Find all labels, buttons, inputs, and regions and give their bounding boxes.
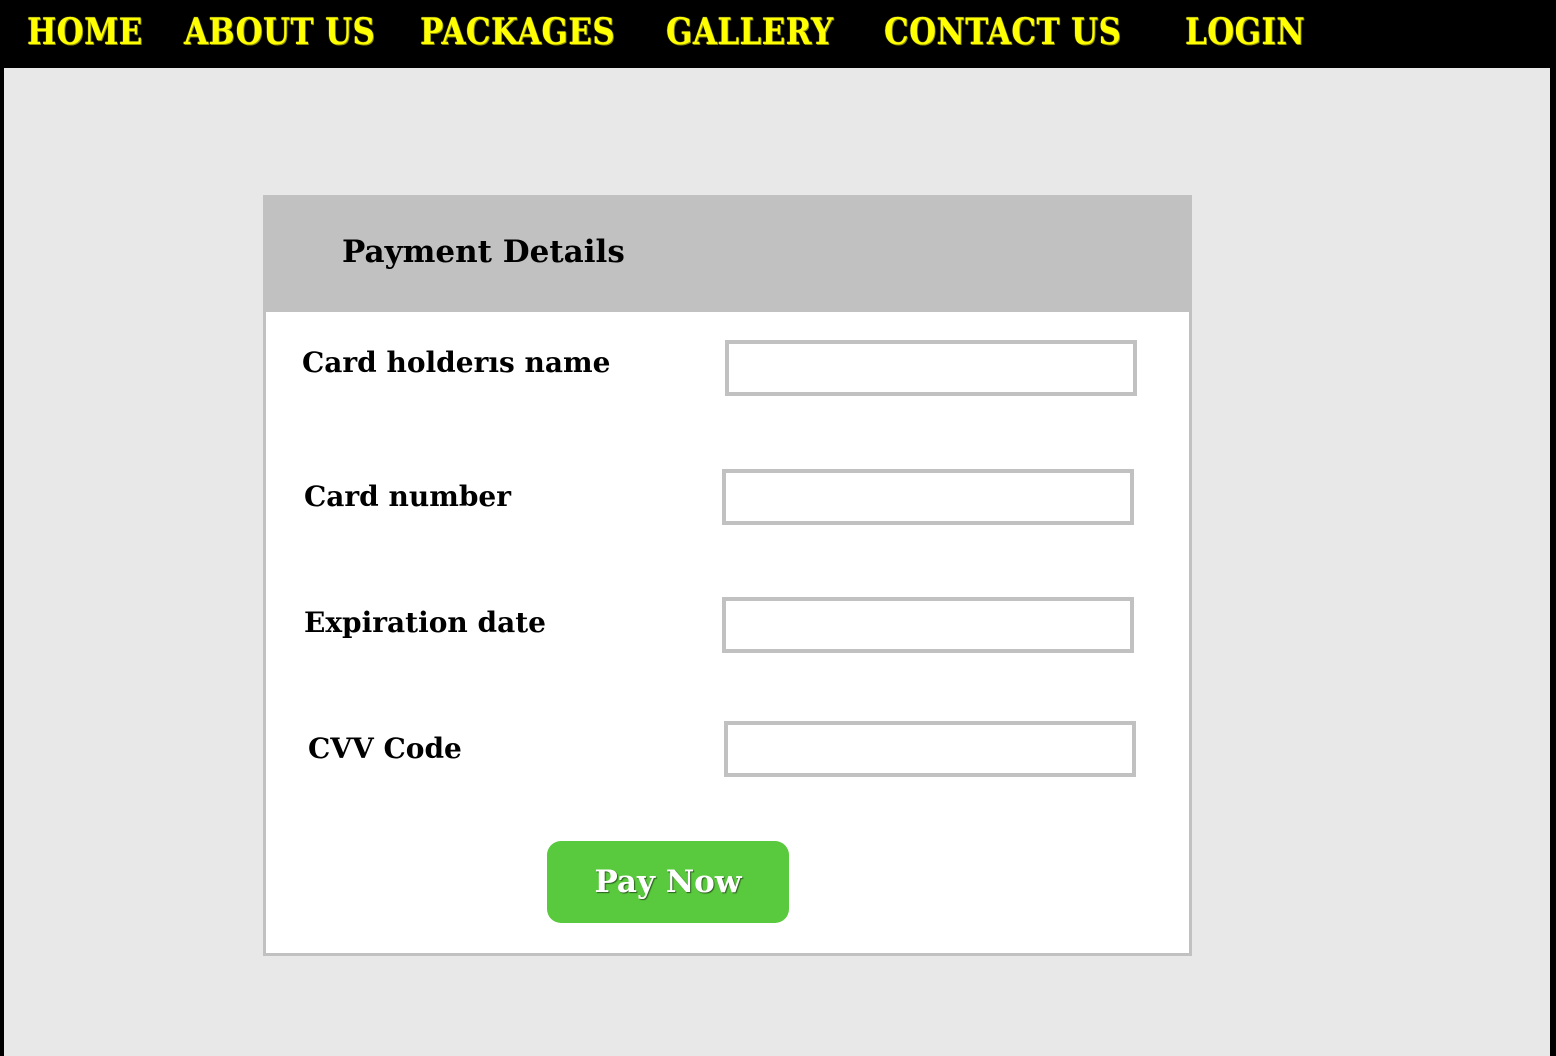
pay-now-button[interactable]: Pay Now: [547, 841, 789, 923]
payment-details-form: Payment Details Card holderıs name Card …: [263, 195, 1192, 956]
card-holder-name-label: Card holderıs name: [302, 346, 611, 379]
cvv-code-input[interactable]: [724, 721, 1136, 777]
nav-item-about-us[interactable]: ABOUT US: [184, 8, 375, 56]
card-number-input[interactable]: [722, 469, 1134, 525]
cvv-code-label: CVV Code: [308, 732, 462, 765]
card-holder-name-input[interactable]: [725, 340, 1137, 396]
top-nav-bar: HOME ABOUT US PACKAGES GALLERY CONTACT U…: [0, 0, 1556, 68]
nav-item-gallery[interactable]: GALLERY: [666, 8, 833, 56]
nav-item-home[interactable]: HOME: [27, 8, 143, 56]
card-number-label: Card number: [304, 480, 511, 513]
nav-item-contact-us[interactable]: CONTACT US: [884, 8, 1121, 56]
payment-details-title: Payment Details: [342, 234, 625, 270]
expiration-date-input[interactable]: [722, 597, 1134, 653]
nav-item-login[interactable]: LOGIN: [1185, 8, 1305, 56]
nav-item-packages[interactable]: PACKAGES: [420, 8, 615, 56]
expiration-date-label: Expiration date: [304, 606, 546, 639]
payment-details-header: Payment Details: [266, 198, 1189, 312]
